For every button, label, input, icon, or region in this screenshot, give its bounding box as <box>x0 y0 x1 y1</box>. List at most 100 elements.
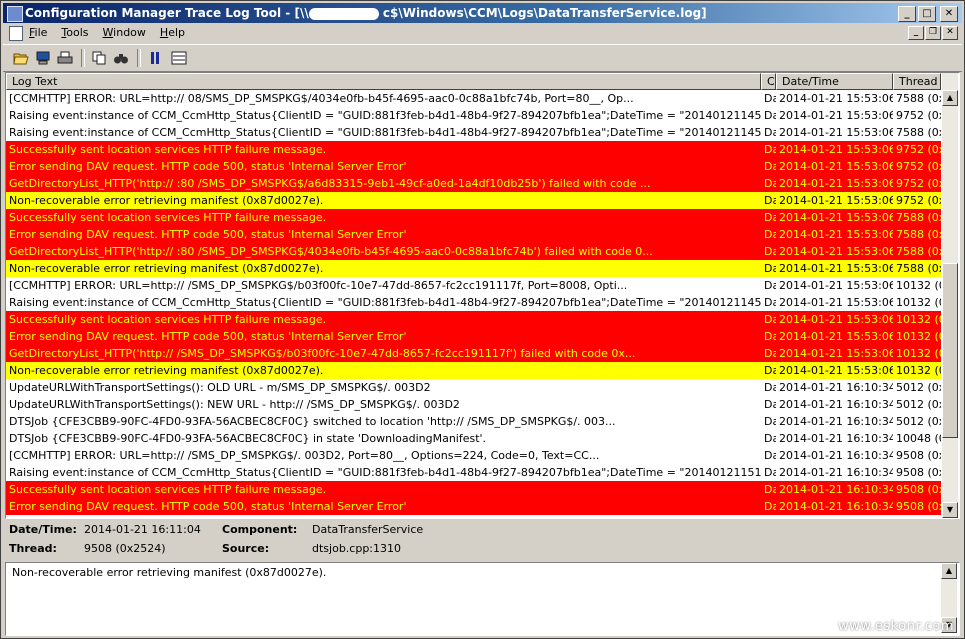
log-text-cell: Successfully sent location services HTTP… <box>9 313 327 326</box>
log-row[interactable]: Raising event:instance of CCM_CcmHttp_St… <box>6 124 941 141</box>
copy-icon[interactable] <box>89 49 109 67</box>
computer-icon[interactable] <box>33 49 53 67</box>
log-row[interactable]: Non-recoverable error retrieving manifes… <box>6 192 941 209</box>
log-row[interactable]: Raising event:instance of CCM_CcmHttp_St… <box>6 294 941 311</box>
column-header-thread[interactable]: Thread <box>893 73 941 90</box>
component-cell: Da <box>764 126 776 139</box>
log-row[interactable]: [CCMHTTP] ERROR: URL=http:// 08/SMS_DP_S… <box>6 90 941 107</box>
menu-help[interactable]: Help <box>160 24 185 42</box>
child-close-button[interactable]: ✕ <box>942 26 958 40</box>
thread-cell: 7588 (0x <box>896 228 941 241</box>
message-pane[interactable]: Non-recoverable error retrieving manifes… <box>5 562 960 636</box>
document-icon[interactable] <box>9 26 23 41</box>
log-text-cell: Successfully sent location services HTTP… <box>9 211 327 224</box>
component-cell: Da <box>764 262 776 275</box>
filter-icon[interactable] <box>169 49 189 67</box>
minimize-button[interactable]: _ <box>898 6 916 22</box>
datetime-cell: 2014-01-21 16:10:34 <box>779 415 893 428</box>
log-row[interactable]: Successfully sent location services HTTP… <box>6 141 941 158</box>
thread-value: 9508 (0x2524) <box>84 542 166 555</box>
datetime-cell: 2014-01-21 16:10:34 <box>779 483 893 496</box>
component-cell: Da <box>764 347 776 360</box>
child-restore-button[interactable]: ❐ <box>925 26 941 40</box>
log-text-cell: Successfully sent location services HTTP… <box>9 483 327 496</box>
log-row[interactable]: GetDirectoryList_HTTP('http:// :80 /SMS_… <box>6 243 941 260</box>
log-row[interactable]: [CCMHTTP] ERROR: URL=http:// /SMS_DP_SMS… <box>6 447 941 464</box>
thread-cell: 10048 (0 <box>896 432 941 445</box>
component-cell: Da <box>764 330 776 343</box>
menu-window[interactable]: Window <box>103 24 146 42</box>
message-scroll-up-button[interactable]: ▲ <box>941 563 957 579</box>
source-label: Source: <box>222 542 270 555</box>
log-row[interactable]: UpdateURLWithTransportSettings(): NEW UR… <box>6 396 941 413</box>
log-row[interactable]: Successfully sent location services HTTP… <box>6 209 941 226</box>
log-row[interactable]: GetDirectoryList_HTTP('http:// /SMS_DP_S… <box>6 345 941 362</box>
log-row[interactable]: Successfully sent location services HTTP… <box>6 311 941 328</box>
component-cell: Da <box>764 143 776 156</box>
log-text-cell: GetDirectoryList_HTTP('http:// :80 /SMS_… <box>9 177 651 190</box>
log-text-cell: [CCMHTTP] ERROR: URL=http:// /SMS_DP_SMS… <box>9 279 628 292</box>
datetime-cell: 2014-01-21 16:10:34 <box>779 398 893 411</box>
log-row[interactable]: GetDirectoryList_HTTP('http:// :80 /SMS_… <box>6 175 941 192</box>
close-button[interactable]: ✕ <box>940 6 958 22</box>
component-cell: Da <box>764 500 776 513</box>
open-icon[interactable] <box>11 49 31 67</box>
menu-tools[interactable]: Tools <box>61 24 88 42</box>
thread-cell: 9508 (0x <box>896 466 941 479</box>
log-row[interactable]: DTSJob {CFE3CBB9-90FC-4FD0-93FA-56ACBEC8… <box>6 413 941 430</box>
maximize-button[interactable]: □ <box>918 6 936 22</box>
log-row[interactable]: Non-recoverable error retrieving manifes… <box>6 362 941 379</box>
datetime-cell: 2014-01-21 15:53:06 <box>779 330 893 343</box>
trace-log-window: Configuration Manager Trace Log Tool - [… <box>0 0 965 639</box>
log-text-cell: UpdateURLWithTransportSettings(): OLD UR… <box>9 381 431 394</box>
thread-cell: 9508 (0x <box>896 483 941 496</box>
scroll-up-button[interactable]: ▲ <box>942 90 958 106</box>
pause-icon[interactable] <box>145 49 165 67</box>
log-row[interactable]: Error sending DAV request. HTTP code 500… <box>6 158 941 175</box>
watermark: www.eskonr.com <box>838 619 954 634</box>
log-row[interactable]: DTSJob {CFE3CBB9-90FC-4FD0-93FA-56ACBEC8… <box>6 430 941 447</box>
vertical-scrollbar[interactable]: ▲ ▼ <box>942 73 958 518</box>
component-cell: Da <box>764 211 776 224</box>
details-panel: Date/Time: 2014-01-21 16:11:04 Component… <box>5 519 958 561</box>
log-row[interactable]: [CCMHTTP] ERROR: URL=http:// /SMS_DP_SMS… <box>6 277 941 294</box>
log-text-cell: DTSJob {CFE3CBB9-90FC-4FD0-93FA-56ACBEC8… <box>9 432 487 445</box>
print-icon[interactable] <box>55 49 75 67</box>
column-header-datetime[interactable]: Date/Time <box>776 73 893 90</box>
datetime-cell: 2014-01-21 15:53:06 <box>779 347 893 360</box>
log-text-cell: Non-recoverable error retrieving manifes… <box>9 194 324 207</box>
thread-label: Thread: <box>9 542 57 555</box>
log-row[interactable]: Raising event:instance of CCM_CcmHttp_St… <box>6 107 941 124</box>
thread-cell: 9752 (0x <box>896 177 941 190</box>
datetime-cell: 2014-01-21 15:53:06 <box>779 109 893 122</box>
log-text-cell: GetDirectoryList_HTTP('http:// /SMS_DP_S… <box>9 347 636 360</box>
log-list-header: Log Text C Date/Time Thread <box>6 73 941 90</box>
column-header-component[interactable]: C <box>761 73 776 90</box>
log-text-cell: Successfully sent location services HTTP… <box>9 143 327 156</box>
find-icon[interactable] <box>111 49 131 67</box>
component-cell: Da <box>764 381 776 394</box>
thread-cell: 7588 (0x <box>896 211 941 224</box>
thread-cell: 5012 (0x <box>896 415 941 428</box>
datetime-cell: 2014-01-21 16:10:34 <box>779 432 893 445</box>
thread-cell: 10132 (0 <box>896 347 941 360</box>
log-row[interactable]: Raising event:instance of CCM_CcmHttp_St… <box>6 464 941 481</box>
log-row[interactable]: Successfully sent location services HTTP… <box>6 481 941 498</box>
datetime-cell: 2014-01-21 15:53:06 <box>779 313 893 326</box>
log-row[interactable]: Error sending DAV request. HTTP code 500… <box>6 328 941 345</box>
scroll-thumb[interactable] <box>942 263 958 438</box>
menu-file[interactable]: File <box>29 24 47 42</box>
log-list[interactable]: Log Text C Date/Time Thread [CCMHTTP] ER… <box>5 72 960 519</box>
thread-cell: 10132 (0 <box>896 279 941 292</box>
component-cell: Da <box>764 296 776 309</box>
log-row[interactable]: Non-recoverable error retrieving manifes… <box>6 260 941 277</box>
column-header-log-text[interactable]: Log Text <box>6 73 761 90</box>
log-row[interactable]: Error sending DAV request. HTTP code 500… <box>6 226 941 243</box>
scroll-down-button[interactable]: ▼ <box>942 502 958 518</box>
child-minimize-button[interactable]: _ <box>908 26 924 40</box>
thread-cell: 5012 (0x <box>896 381 941 394</box>
log-row[interactable]: Error sending DAV request. HTTP code 500… <box>6 498 941 515</box>
title-bar[interactable]: Configuration Manager Trace Log Tool - [… <box>3 3 962 23</box>
log-text-cell: Raising event:instance of CCM_CcmHttp_St… <box>9 296 761 309</box>
log-row[interactable]: UpdateURLWithTransportSettings(): OLD UR… <box>6 379 941 396</box>
